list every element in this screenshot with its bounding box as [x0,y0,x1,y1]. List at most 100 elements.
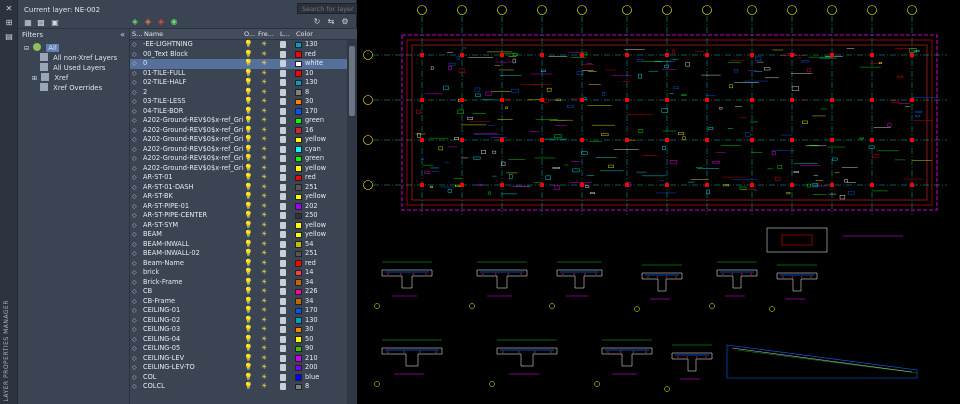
layer-name[interactable]: 02-TILE-HALF [143,78,243,88]
lock-icon[interactable] [280,50,286,58]
layer-name[interactable]: 03-TILE-LESS [143,97,243,107]
layer-row[interactable]: ◇ A202-Ground-REV$0$x-ref_Gri... 💡 ☀ yellow [130,164,347,174]
sun-icon[interactable]: ☀ [261,325,269,335]
sun-icon[interactable]: ☀ [261,335,269,345]
lock-icon[interactable] [280,307,286,314]
sun-icon[interactable]: ☀ [261,287,269,297]
lock-icon[interactable] [280,231,286,238]
lock-icon[interactable] [280,250,286,257]
layer-name[interactable]: AR-ST-PIPE-01 [143,202,243,212]
layer-row[interactable]: ◇ AR-ST-PIPE-CENTER 💡 ☀ 250 [130,211,347,221]
layer-name[interactable]: A202-Ground-REV$0$x-ref_Gri... [143,154,243,164]
layer-name[interactable]: CEILING-02 [143,316,243,326]
layer-row[interactable]: ◇ CEILING-LEV-TO 💡 ☀ 200 [130,363,347,373]
lightbulb-icon[interactable]: 💡 [244,59,253,69]
layer-name[interactable]: AR-ST-SYM [143,221,243,231]
color-value[interactable]: red [305,259,345,269]
sun-icon[interactable]: ☀ [261,145,269,155]
layer-row[interactable]: ◇ 01-TILE-FULL 💡 ☀ 10 [130,69,347,79]
sun-icon[interactable]: ☀ [261,88,269,98]
layer-row[interactable]: ◇ CEILING-02 💡 ☀ 130 [130,316,347,326]
invert-filter-icon[interactable]: ⇆ [326,17,336,26]
layer-name[interactable]: CEILING-03 [143,325,243,335]
lock-icon[interactable] [280,202,286,210]
sun-icon[interactable]: ☀ [261,69,269,79]
lightbulb-icon[interactable]: 💡 [244,221,253,231]
lock-icon[interactable] [280,183,286,191]
lightbulb-icon[interactable]: 💡 [244,145,253,155]
layer-name[interactable]: AR-ST-01-DASH [143,183,243,193]
layer-name[interactable]: A202-Ground-REV$0$x-ref_Gri... [143,145,243,155]
color-value[interactable]: white [305,59,345,69]
set-current-icon[interactable]: ◉ [169,17,179,26]
layer-states-icon[interactable]: ▣ [50,18,60,27]
lock-icon[interactable] [280,107,286,115]
close-icon[interactable]: ✕ [3,3,15,15]
lightbulb-icon[interactable]: 💡 [244,126,253,136]
lightbulb-icon[interactable]: 💡 [244,259,253,269]
layer-row[interactable]: ◇ AR-ST-PIPE-01 💡 ☀ 202 [130,202,347,212]
layer-name[interactable]: brick [143,268,243,278]
color-swatch[interactable] [295,136,302,143]
lightbulb-icon[interactable]: 💡 [244,78,253,88]
layer-row[interactable]: ◇ BEAM-INWALL 💡 ☀ 54 [130,240,347,250]
filter-node-non-xref[interactable]: All non-Xref Layers [40,53,117,63]
layer-name[interactable]: BEAM [143,230,243,240]
layer-name[interactable]: A202-Ground-REV$0$x-ref_Gri... [143,116,243,126]
color-value[interactable]: 251 [305,183,345,193]
column-freeze[interactable]: Fre... [258,30,274,38]
lightbulb-icon[interactable]: 💡 [244,297,253,307]
sun-icon[interactable]: ☀ [261,40,269,50]
lock-icon[interactable] [280,383,286,390]
lock-icon[interactable] [280,278,286,286]
new-group-filter-icon[interactable]: ▩ [36,18,46,27]
layer-name[interactable]: 00_Text Block [143,50,243,60]
color-swatch[interactable] [295,203,302,210]
layer-row[interactable]: ◇ brick 💡 ☀ 14 [130,268,347,278]
lock-icon[interactable] [280,155,286,162]
sun-icon[interactable]: ☀ [261,249,269,259]
sun-icon[interactable]: ☀ [261,154,269,164]
layer-name[interactable]: A202-Ground-REV$0$x-ref_Gri... [143,135,243,145]
sun-icon[interactable]: ☀ [261,354,269,364]
color-swatch[interactable] [295,89,302,96]
filter-node-xref-overrides[interactable]: Xref Overrides [40,83,102,93]
layer-row[interactable]: ◇ Beam-Name 💡 ☀ red [130,259,347,269]
color-swatch[interactable] [295,345,302,352]
filter-node-all[interactable]: ⊟ All [24,43,59,53]
filter-node-xref[interactable]: ⊞ Xref [32,73,68,83]
sun-icon[interactable]: ☀ [261,164,269,174]
sun-icon[interactable]: ☀ [261,211,269,221]
color-value[interactable]: 50 [305,335,345,345]
color-swatch[interactable] [295,60,302,67]
sun-icon[interactable]: ☀ [261,192,269,202]
sun-icon[interactable]: ☀ [261,183,269,193]
color-swatch[interactable] [295,41,302,48]
search-layer-input[interactable] [297,3,365,14]
tree-toggle-icon[interactable]: ⊟ [24,45,29,52]
layer-row[interactable]: ◇ CEILING-LEV 💡 ☀ 210 [130,354,347,364]
sun-icon[interactable]: ☀ [261,116,269,126]
sun-icon[interactable]: ☀ [261,50,269,60]
settings-gear-icon[interactable]: ⚙ [340,17,350,26]
lock-icon[interactable] [280,88,286,96]
layer-name[interactable]: BEAM-INWALL [143,240,243,250]
lock-icon[interactable] [280,136,286,143]
new-layer-icon[interactable]: ◈ [130,17,140,26]
layer-row[interactable]: ◇ COL 💡 ☀ blue [130,373,347,383]
sun-icon[interactable]: ☀ [261,97,269,107]
layer-name[interactable]: 01-TILE-FULL [143,69,243,79]
color-swatch[interactable] [295,98,302,105]
lock-icon[interactable] [280,98,286,105]
lightbulb-icon[interactable]: 💡 [244,97,253,107]
layer-row[interactable]: ◇ 00_Text Block 💡 ☀ red [130,50,347,60]
sun-icon[interactable]: ☀ [261,382,269,392]
lightbulb-icon[interactable]: 💡 [244,363,253,373]
layer-name[interactable]: A202-Ground-REV$0$x-ref_Gri... [143,126,243,136]
color-value[interactable]: cyan [305,145,345,155]
lock-icon[interactable] [280,41,286,48]
lock-icon[interactable] [280,240,286,248]
lock-icon[interactable] [280,354,286,362]
color-swatch[interactable] [295,117,302,124]
color-swatch[interactable] [295,298,302,305]
